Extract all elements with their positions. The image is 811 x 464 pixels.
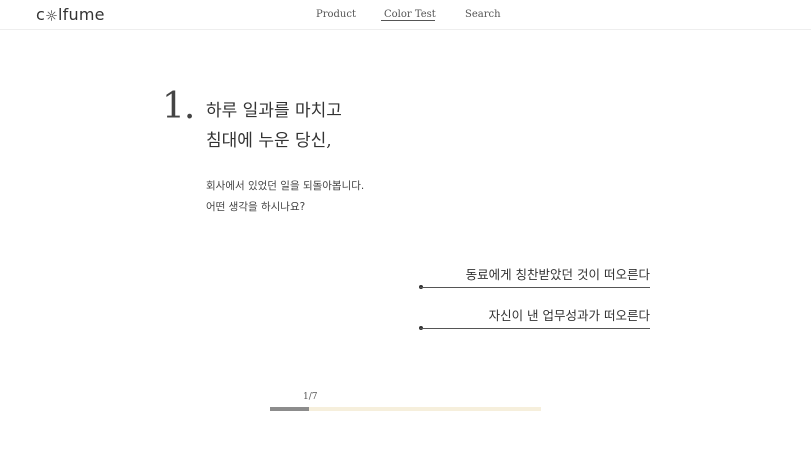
nav-active-underline (381, 20, 435, 21)
site-header: c lfume Product Color Test Search (0, 0, 811, 30)
question-description-line-1: 회사에서 있었던 일을 되돌아봅니다. (206, 180, 365, 192)
progress-bar-fill (270, 407, 309, 411)
answer-underline (420, 328, 650, 329)
question-description-line-2: 어떤 생각을 하시나요? (206, 201, 306, 213)
answer-option-1[interactable]: 동료에게 칭찬받았던 것이 떠오른다 (419, 267, 650, 291)
question-description: 회사에서 있었던 일을 되돌아봅니다. 어떤 생각을 하시나요? (206, 176, 364, 218)
answer-option-2[interactable]: 자신이 낸 업무성과가 떠오른다 (419, 308, 650, 332)
question-title-line-1: 하루 일과를 마치고 (206, 101, 342, 121)
question-title: 하루 일과를 마치고 침대에 누운 당신, (206, 96, 342, 156)
main-nav: Product Color Test Search (0, 9, 811, 23)
answer-option-label: 자신이 낸 업무성과가 떠오른다 (488, 308, 650, 323)
progress-label: 1/7 (303, 392, 318, 402)
question-title-line-2: 침대에 누운 당신, (206, 131, 332, 151)
answer-option-label: 동료에게 칭찬받았던 것이 떠오른다 (465, 267, 650, 282)
question-number: 1. (162, 86, 195, 127)
nav-product[interactable]: Product (316, 9, 356, 21)
nav-search[interactable]: Search (465, 9, 501, 21)
answer-underline (420, 287, 650, 288)
progress-bar (270, 407, 541, 411)
